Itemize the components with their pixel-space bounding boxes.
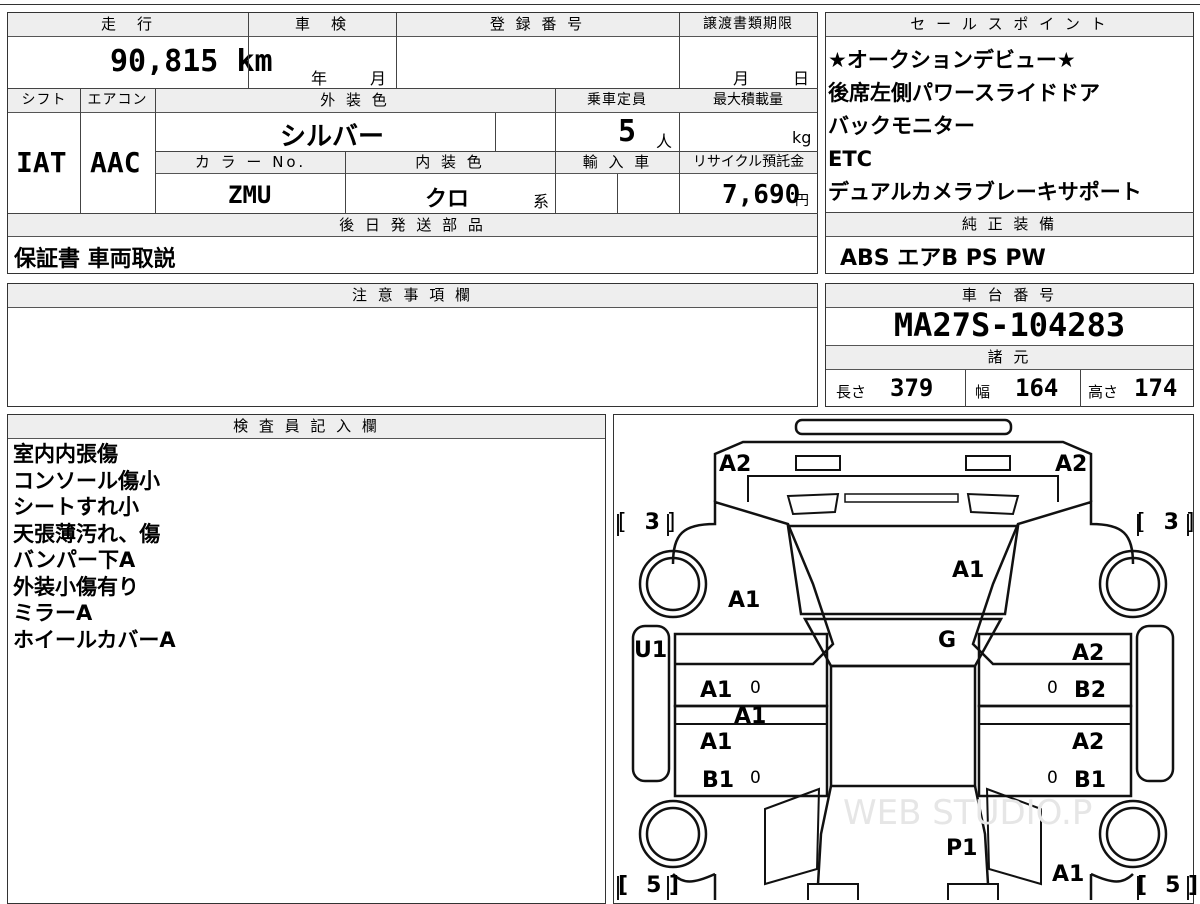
sales-points-header: セ ー ル ス ポ イ ン ト (826, 13, 1193, 37)
mileage-unit: km (236, 44, 273, 79)
car-outline-svg: WEB STUDIO.P (617, 418, 1189, 900)
mileage-header: 走 行 (8, 13, 248, 37)
max-load-unit: kg (792, 128, 812, 147)
mark-right-rear-door-b: B1 (1074, 768, 1107, 793)
inspector-line: 外装小傷有り (13, 574, 139, 599)
mark-windshield: G (938, 628, 957, 653)
inspector-line: シートすれ小 (13, 495, 139, 519)
top-strip (0, 0, 1200, 5)
inspector-line: ホイールカバーA (13, 627, 176, 652)
mark-tire-fl: [3 ] (618, 510, 676, 535)
equipment-value: ABS エアB PS PW (840, 246, 1046, 271)
mark-right-front-door-a: A2 (1072, 641, 1105, 666)
door-zero-marker: 0 (750, 768, 761, 788)
door-zero-marker: 0 (1047, 768, 1058, 788)
mark-front-right: A2 (1055, 452, 1088, 477)
mark-right-rear-door-a: A2 (1072, 730, 1105, 755)
height-label: 高さ (1088, 383, 1119, 401)
mark-right-front-door-b: B2 (1074, 678, 1107, 703)
width-label: 幅 (975, 383, 991, 401)
mark-rear-right: A1 (1052, 862, 1085, 887)
mark-front-left: A2 (719, 452, 752, 477)
equipment-header: 純 正 装 備 (826, 213, 1193, 237)
sales-point: バックモニター (828, 114, 975, 138)
mileage-number: 90,815 (110, 44, 219, 79)
interior-color-suffix: 系 (533, 192, 550, 211)
inspection-month-label: 月 (370, 69, 387, 88)
inspector-lines: 室内内張傷 コンソール傷小 シートすれ小 天張薄汚れ、傷 バンパー下A 外装小傷… (13, 441, 176, 653)
exterior-color-value: シルバー (280, 122, 385, 152)
deadline-header: 譲渡書類期限 (679, 13, 817, 37)
length-label: 長さ (836, 383, 867, 401)
inspector-line: 天張薄汚れ、傷 (13, 521, 161, 546)
import-header: 輸 入 車 (556, 152, 679, 174)
inspection-header: 車 検 (248, 13, 396, 37)
inspector-line: ミラーA (13, 601, 93, 625)
deadline-day-label: 日 (793, 69, 810, 88)
inspector-line: 室内内張傷 (13, 442, 118, 466)
chassis-header: 車 台 番 号 (826, 284, 1193, 308)
specs-header: 諸 元 (826, 345, 1193, 370)
mark-rear: P1 (946, 836, 978, 861)
inspector-header: 検 査 員 記 入 欄 (8, 415, 605, 439)
capacity-header: 乗車定員 (555, 89, 679, 113)
door-zero-marker: 0 (1047, 678, 1058, 698)
recycle-fee-value: 7,690 (722, 180, 801, 210)
interior-color-value: クロ (425, 187, 470, 212)
mark-left-fender: A1 (728, 588, 761, 613)
chassis-number: MA27S-104283 (893, 306, 1126, 344)
capacity-unit: 人 (656, 132, 673, 151)
notes-header: 注 意 事 項 欄 (8, 284, 817, 308)
inspector-line: コンソール傷小 (13, 468, 160, 493)
color-no-value: ZMU (228, 181, 272, 209)
sales-points-list: ★オークションデビュー★ 後席左側パワースライドドア バックモニター ETC デ… (828, 44, 1142, 209)
sales-point: 後席左側パワースライドドア (828, 81, 1100, 105)
mark-hood: A1 (952, 558, 985, 583)
mark-left-front-door: A1 (700, 678, 733, 703)
color-no-header: カ ラ ー No. (156, 152, 345, 174)
later-parts-value: 保証書 車両取説 (14, 247, 176, 272)
recycle-header: リサイクル預託金 (680, 152, 817, 174)
inspector-line: バンパー下A (13, 548, 136, 572)
mark-left-pillar: A1 (734, 704, 767, 729)
interior-color-header: 内 装 色 (345, 152, 555, 174)
mark-left-rear-door-a: A1 (700, 730, 733, 755)
capacity-value: 5 (618, 114, 637, 149)
recycle-fee-unit: 円 (795, 193, 809, 209)
mark-left-mirror: U1 (634, 638, 668, 663)
ac-header: エアコン (80, 89, 155, 113)
mark-left-rear-door-b: B1 (702, 768, 735, 793)
ac-value: AAC (90, 146, 141, 179)
length-value: 379 (890, 374, 934, 402)
height-value: 174 (1134, 374, 1178, 402)
shift-header: シフト (8, 89, 80, 113)
exterior-color-header: 外 装 色 (155, 89, 555, 113)
max-load-header: 最大積載量 (679, 89, 817, 113)
later-parts-header: 後 日 発 送 部 品 (8, 214, 817, 237)
mark-tire-rl: [5 ] (618, 873, 680, 898)
mark-tire-fr: [3 ] (1137, 510, 1195, 535)
inspection-year-label: 年 (311, 69, 328, 88)
diagram-watermark: WEB STUDIO.P (843, 793, 1092, 833)
shift-value: IAT (16, 146, 67, 179)
mark-tire-rr: [5 ] (1137, 873, 1199, 898)
sales-point: デュアルカメラブレーキサポート (828, 180, 1142, 204)
sales-point: ETC (828, 147, 873, 171)
sales-point: ★オークションデビュー★ (828, 48, 1076, 72)
deadline-month-label: 月 (733, 69, 750, 88)
door-zero-marker: 0 (750, 678, 761, 698)
registration-header: 登 録 番 号 (396, 13, 679, 37)
width-value: 164 (1015, 374, 1059, 402)
